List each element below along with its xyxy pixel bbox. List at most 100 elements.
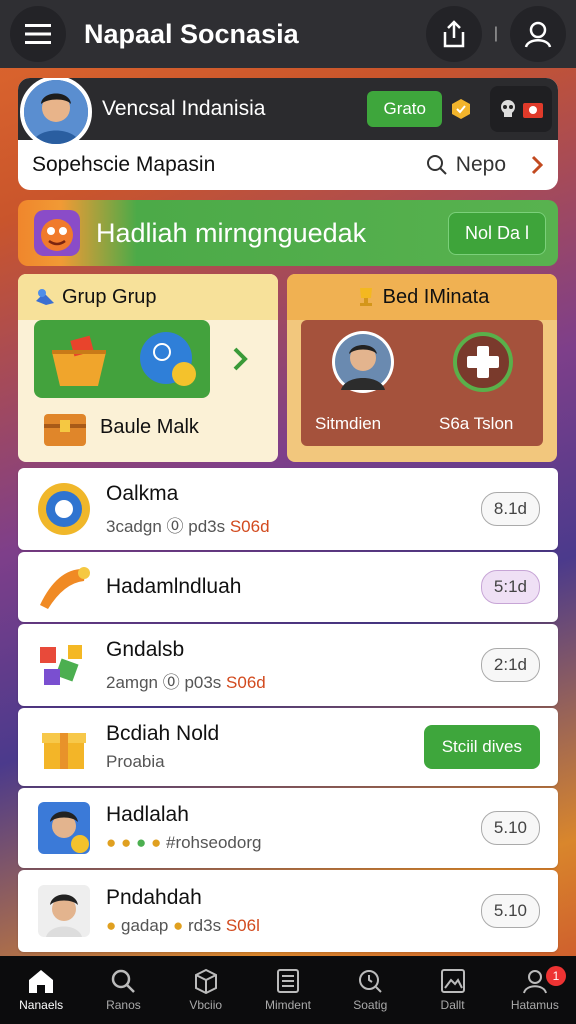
plus-badge-icon — [453, 332, 513, 392]
nav-item-list[interactable]: Mimdent — [247, 956, 329, 1024]
time-badge[interactable]: 5.10 — [480, 811, 540, 845]
nav-label: Mimdent — [264, 998, 311, 1012]
ranking-card[interactable]: Bed IMinata Sitmdien S6a Tslon — [287, 274, 557, 462]
ranking-card-header: Bed IMinata — [287, 274, 557, 320]
image-icon — [440, 969, 465, 993]
time-badge[interactable]: 5.10 — [480, 894, 540, 928]
list-item-title: Hadamlndluah — [106, 575, 242, 598]
time-badge[interactable]: 2:1d — [480, 648, 540, 682]
ranking-label-right: S6a Tslon — [439, 414, 514, 433]
profile-button[interactable] — [510, 6, 566, 62]
list-item[interactable]: Bcdiah Nold Proabia Stciil dives — [18, 708, 558, 786]
search-icon — [112, 969, 136, 993]
horn-icon — [36, 559, 92, 615]
promo-banner[interactable]: Hadliah mirngnguedak Nol Da l — [18, 200, 558, 266]
list-item[interactable]: Hadamlndluah 5:1d — [18, 552, 558, 622]
search-label: Sopehscie Mapasin — [32, 153, 216, 176]
list-item-subtitle: ● gadap ● rd3s S06l — [106, 916, 260, 935]
share-icon — [443, 20, 465, 48]
hamburger-icon — [25, 24, 51, 44]
group-card-title: Grup Grup — [62, 285, 157, 308]
banner-button[interactable]: Nol Da l — [447, 211, 546, 255]
search-clock-icon — [359, 970, 382, 993]
list-item-subtitle: Proabia — [106, 752, 165, 771]
ranking-card-title: Bed IMinata — [382, 285, 490, 308]
list-item-title: Pndahdah — [106, 886, 202, 909]
person-icon — [522, 970, 547, 994]
nav-item-search[interactable]: Ranos — [82, 956, 164, 1024]
coin-icon: ● — [173, 916, 189, 935]
chevron-right-icon[interactable] — [530, 155, 544, 175]
divider: | — [493, 25, 498, 42]
home-icon — [29, 970, 54, 993]
user-icon — [524, 21, 552, 48]
list-item[interactable]: Oalkma 3cadgn ⓪ pd3s S06d 8.1d — [18, 468, 558, 550]
profile-header: Vencsal Indanisia Grato — [18, 78, 558, 148]
group-card-footer: Baule Malk — [42, 406, 199, 448]
app-title: Napaal Socnasia — [84, 18, 299, 49]
puzzle-icon — [36, 637, 92, 693]
coin-icon: ● — [135, 833, 151, 852]
menu-button[interactable] — [10, 6, 66, 62]
nav-label: Nanaels — [19, 998, 64, 1012]
list-item-subtitle: 2amgn ⓪ p03s S06d — [106, 672, 266, 692]
search-value: Nepo — [455, 153, 506, 176]
globe-coin-icon — [140, 332, 196, 386]
group-card-header: Grup Grup — [18, 274, 278, 320]
top-bar: Napaal Socnasia | — [0, 0, 576, 68]
avatar — [36, 883, 92, 939]
skull-icon — [501, 100, 515, 117]
search-icon[interactable] — [426, 154, 448, 176]
list-item[interactable]: Gndalsb 2amgn ⓪ p03s S06d 2:1d — [18, 624, 558, 706]
gold-badge-icon — [452, 99, 470, 119]
list-item[interactable]: Hadlalah ● ● ● ● #rohseodorg 5.10 — [18, 788, 558, 868]
gift-icon — [36, 719, 92, 775]
notification-badge: 1 — [545, 966, 566, 986]
coin-icon: ● — [150, 833, 166, 852]
avatar[interactable] — [20, 78, 92, 148]
time-badge[interactable]: 5:1d — [480, 570, 540, 604]
avatar[interactable] — [331, 330, 395, 394]
profile-card: Vencsal Indanisia Grato Sopehscie Mapasi… — [18, 78, 558, 190]
list-item-subtitle: 3cadgn ⓪ pd3s S06d — [106, 516, 270, 536]
status-button[interactable]: Grato — [367, 91, 442, 127]
nav-label: Soatig — [353, 998, 388, 1012]
treasure-chest-icon — [44, 414, 86, 446]
list-item[interactable]: Pndahdah ● gadap ● rd3s S06l 5.10 — [18, 870, 558, 952]
list-item-title: Oalkma — [106, 481, 179, 505]
ranking-tile[interactable]: Sitmdien S6a Tslon — [301, 320, 543, 446]
nav-item-image[interactable]: Dallt — [411, 956, 493, 1024]
gift-basket-icon — [52, 335, 106, 386]
group-card-footer-label: Baule Malk — [100, 415, 199, 438]
list-item-title: Gndalsb — [106, 637, 185, 661]
list-item-title: Hadlalah — [106, 803, 189, 826]
list-item-title: Bcdiah Nold — [106, 722, 220, 745]
nav-item-box[interactable]: Vbciio — [165, 956, 247, 1024]
activity-list: Oalkma 3cadgn ⓪ pd3s S06d 8.1d Hadamlndl… — [18, 468, 558, 952]
nav-label: Hatamus — [510, 998, 559, 1012]
trophy-icon — [359, 288, 372, 306]
pin-icon — [36, 289, 54, 305]
group-tile[interactable] — [34, 320, 210, 398]
nav-item-profile[interactable]: Hatamus 1 — [494, 956, 576, 1024]
ranking-label-left: Sitmdien — [315, 414, 382, 433]
share-button[interactable] — [425, 6, 482, 62]
search-row[interactable]: Sopehscie Mapasin Nepo — [18, 140, 558, 190]
username: Vencsal Indanisia — [102, 97, 266, 120]
avatar — [36, 800, 92, 856]
action-button[interactable]: Stciil dives — [423, 725, 540, 769]
chevron-right-icon[interactable] — [232, 346, 248, 372]
nav-label: Dallt — [440, 998, 465, 1012]
bottom-nav: Nanaels Ranos Vbciio Mimdent Soatig Dall… — [0, 956, 576, 1024]
nav-label: Ranos — [106, 998, 141, 1012]
camera-icon — [523, 103, 543, 118]
nav-item-search-clock[interactable]: Soatig — [329, 956, 411, 1024]
banner-text: Hadliah mirngnguedak — [96, 217, 367, 248]
coin-icon: ● ● — [106, 833, 136, 852]
notification-tray[interactable] — [490, 86, 552, 132]
nav-item-home[interactable]: Nanaels — [0, 956, 82, 1024]
nav-label: Vbciio — [189, 998, 223, 1012]
list-icon — [276, 969, 299, 993]
group-card[interactable]: Grup Grup Baule Malk — [18, 274, 278, 462]
time-badge[interactable]: 8.1d — [480, 492, 540, 526]
